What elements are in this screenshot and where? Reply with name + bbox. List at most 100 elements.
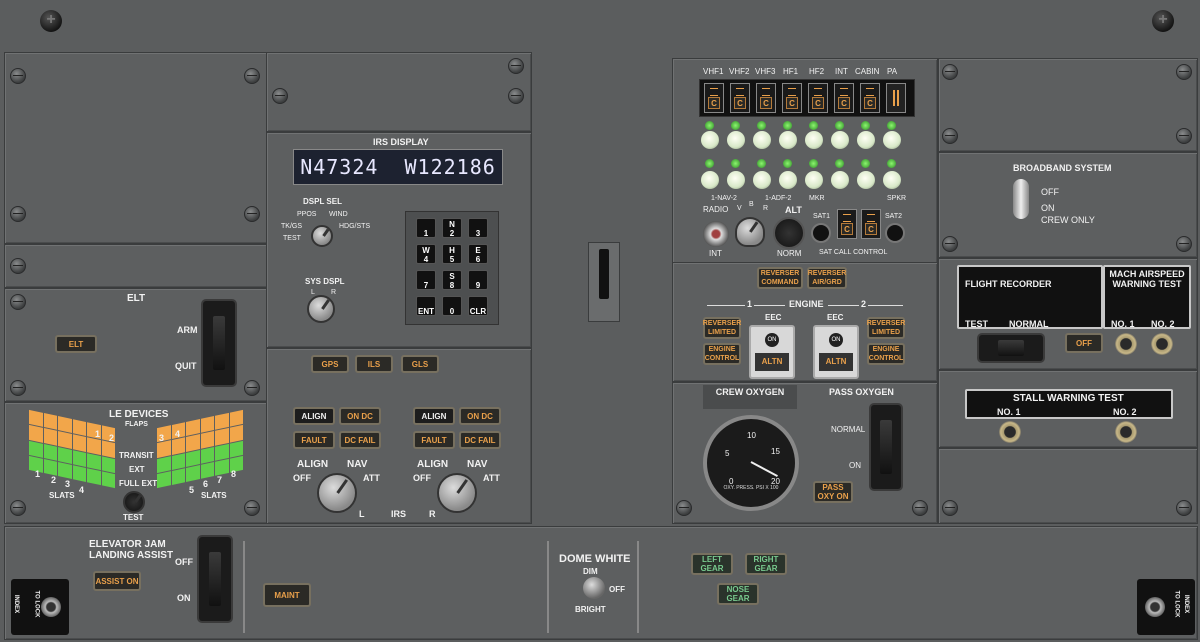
vhf1-mic[interactable]: C <box>704 83 724 113</box>
vol-knob[interactable] <box>779 171 797 189</box>
left-gear: LEFT GEAR <box>691 553 733 575</box>
vol-knob[interactable] <box>805 131 823 149</box>
key-6[interactable]: E6 <box>468 244 488 264</box>
irs-display-panel: IRS DISPLAY N47324 W122186 DSPL SEL PPOS… <box>266 132 532 348</box>
slat-num-2: 2 <box>51 475 57 485</box>
irs-right-fault[interactable]: FAULT <box>413 431 455 449</box>
sat2-button[interactable] <box>885 223 905 243</box>
pa-mic[interactable] <box>886 83 906 113</box>
key-3[interactable]: 3 <box>468 218 488 238</box>
center-handle[interactable] <box>588 242 620 322</box>
vol-knob[interactable] <box>883 131 901 149</box>
pass-oxy-on[interactable]: PASS OXY ON <box>813 481 853 503</box>
key-clr[interactable]: CLR <box>468 296 488 316</box>
sat-call-2[interactable]: C <box>861 209 881 239</box>
vol-knob[interactable] <box>701 131 719 149</box>
vol-knob[interactable] <box>701 171 719 189</box>
hf1-mic[interactable]: C <box>782 83 802 113</box>
vhf2-mic[interactable]: C <box>730 83 750 113</box>
vol-knob[interactable] <box>753 171 771 189</box>
ils-button[interactable]: ILS <box>355 355 393 373</box>
key-9[interactable]: 9 <box>468 270 488 290</box>
slat-num-4: 4 <box>79 485 85 495</box>
le-test-button[interactable] <box>123 491 145 513</box>
irs-right-align[interactable]: ALIGN <box>413 407 455 425</box>
mach-test-1[interactable] <box>1115 333 1137 355</box>
flight-recorder-off[interactable]: OFF <box>1065 333 1103 353</box>
irs-right-dcfail[interactable]: DC FAIL <box>459 431 501 449</box>
key-2[interactable]: N2 <box>442 218 462 238</box>
r-label: R <box>763 205 769 212</box>
index-lock-right[interactable]: TO LOCK INDEX <box>1137 579 1195 635</box>
nav-label: 1-NAV-2 <box>711 195 737 202</box>
filter-knob[interactable] <box>735 217 765 247</box>
elev-off-label: OFF <box>175 557 193 567</box>
key-5[interactable]: H5 <box>442 244 462 264</box>
mach-no2: NO. 2 <box>1151 319 1175 329</box>
irs-label: IRS <box>391 509 407 519</box>
vol-knob[interactable] <box>727 131 745 149</box>
maint-button[interactable]: MAINT <box>263 583 311 607</box>
vol-knob[interactable] <box>831 171 849 189</box>
broadband-switch[interactable] <box>1013 179 1029 219</box>
irs-right-ondc[interactable]: ON DC <box>459 407 501 425</box>
mic-select-row: C C C C C C C <box>699 79 915 117</box>
eec1-switch[interactable]: ON ALTN <box>749 325 795 379</box>
irs-left-fault[interactable]: FAULT <box>293 431 335 449</box>
elt-quit-label: QUIT <box>175 361 197 371</box>
irs-right-mode-knob[interactable] <box>437 473 477 513</box>
key-4[interactable]: W4 <box>416 244 436 264</box>
irs-left-ondc[interactable]: ON DC <box>339 407 381 425</box>
eec2-switch[interactable]: ON ALTN <box>813 325 859 379</box>
slat-num-6: 6 <box>203 479 209 489</box>
vol-knob[interactable] <box>753 131 771 149</box>
alt-norm-knob[interactable] <box>773 217 805 249</box>
sat-call-1[interactable]: C <box>837 209 857 239</box>
stall-test-2[interactable] <box>1115 421 1137 443</box>
eng2-reverser-limited[interactable]: REVERSER LIMITED <box>867 317 905 339</box>
eng2-engine-control[interactable]: ENGINE CONTROL <box>867 343 905 365</box>
vol-knob[interactable] <box>805 171 823 189</box>
gls-button[interactable]: GLS <box>401 355 439 373</box>
sat1-button[interactable] <box>811 223 831 243</box>
irs-left-dcfail[interactable]: DC FAIL <box>339 431 381 449</box>
ext-label: EXT <box>129 465 145 474</box>
eng1-reverser-limited[interactable]: REVERSER LIMITED <box>703 317 741 339</box>
key-7[interactable]: 7 <box>416 270 436 290</box>
sys-dspl-knob[interactable] <box>307 295 335 323</box>
cabin-mic[interactable]: C <box>860 83 880 113</box>
index-lock-left[interactable]: INDEX TO LOCK <box>11 579 69 635</box>
dspl-sel-knob[interactable] <box>311 225 333 247</box>
oxygen-panel: CREW OXYGEN PASS OXYGEN 0 5 10 15 20 OXY… <box>672 382 938 524</box>
key-1[interactable]: 1 <box>416 218 436 238</box>
radio-int-switch[interactable] <box>703 221 729 247</box>
vol-knob[interactable] <box>857 171 875 189</box>
hf2-mic[interactable]: C <box>808 83 828 113</box>
mach-test-2[interactable] <box>1151 333 1173 355</box>
gps-button[interactable]: GPS <box>311 355 349 373</box>
dome-switch[interactable] <box>583 577 605 599</box>
elt-button[interactable]: ELT <box>55 335 97 353</box>
adf-label: 1-ADF-2 <box>765 195 792 202</box>
key-0[interactable]: 0 <box>442 296 462 316</box>
assist-on-button[interactable]: ASSIST ON <box>93 571 141 591</box>
key-ent[interactable]: ENT <box>416 296 436 316</box>
irs-left-align[interactable]: ALIGN <box>293 407 335 425</box>
flight-recorder-switch[interactable] <box>979 335 1043 361</box>
pass-oxygen-switch[interactable] <box>871 405 901 489</box>
reverser-air-grd[interactable]: REVERSER AIR/GRD <box>807 267 847 289</box>
eng1-engine-control[interactable]: ENGINE CONTROL <box>703 343 741 365</box>
vol-knob[interactable] <box>727 171 745 189</box>
key-8[interactable]: S8 <box>442 270 462 290</box>
vol-knob[interactable] <box>857 131 875 149</box>
stall-test-1[interactable] <box>999 421 1021 443</box>
reverser-command[interactable]: REVERSER COMMAND <box>757 267 803 289</box>
vhf3-mic[interactable]: C <box>756 83 776 113</box>
int-mic[interactable]: C <box>834 83 854 113</box>
vol-knob[interactable] <box>779 131 797 149</box>
elev-jam-switch[interactable] <box>199 537 231 621</box>
vol-knob[interactable] <box>883 171 901 189</box>
vol-knob[interactable] <box>831 131 849 149</box>
irs-left-mode-knob[interactable] <box>317 473 357 513</box>
elt-switch[interactable] <box>203 301 235 385</box>
